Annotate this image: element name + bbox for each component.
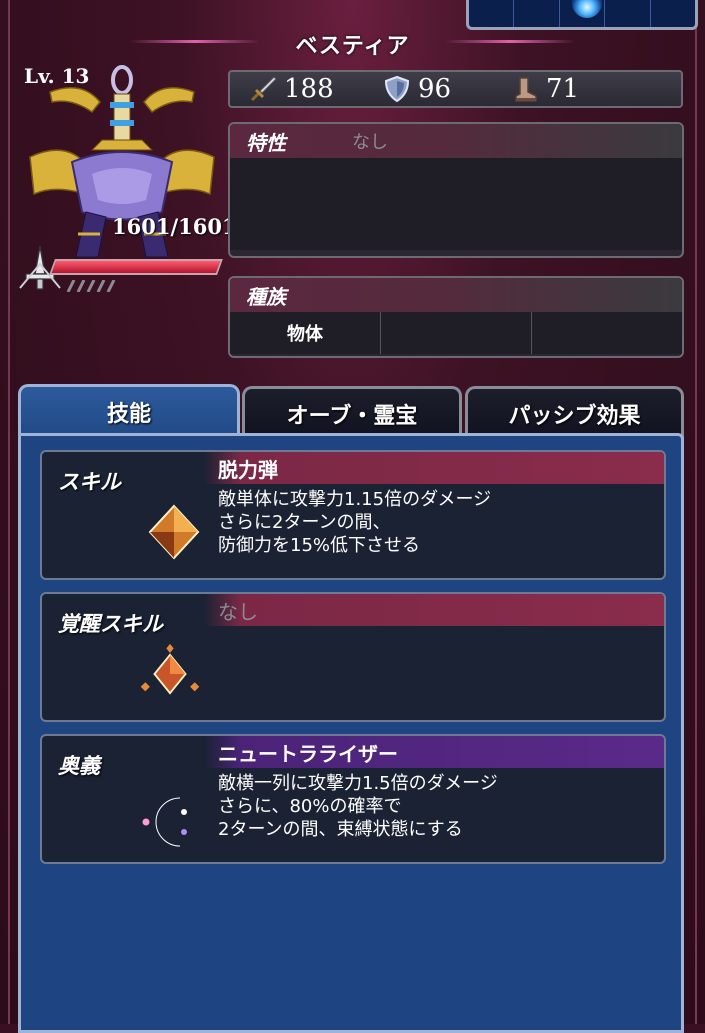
- skill-description-line: 敵単体に攻撃力1.15倍のダメージ: [218, 489, 492, 510]
- hp-bar: [49, 259, 223, 275]
- skill-description: 敵単体に攻撃力1.15倍のダメージ さらに2ターンの間、 防御力を15%低下させ…: [218, 488, 491, 557]
- skill-card[interactable]: 奥義 ニュートラライザー 敵横一列に攻撃力1.5倍のダメージ さらに、80%の確…: [40, 734, 666, 864]
- crescent-moon-icon: [142, 797, 187, 847]
- speed-value: 71: [546, 74, 580, 104]
- skill-description-line: 2ターンの間、束縛状態にする: [218, 819, 463, 840]
- tab-skills[interactable]: 技能: [18, 384, 240, 436]
- mini-map-cell: [514, 0, 560, 27]
- boot-icon: [515, 77, 537, 102]
- stat-bar: 188 96 71: [228, 70, 683, 108]
- skill-name: 脱力弾: [204, 452, 664, 484]
- mini-map-cell: [651, 0, 695, 27]
- tab-orb-treasure[interactable]: オーブ・霊宝: [242, 386, 462, 438]
- attack-value: 188: [284, 74, 334, 104]
- race-cell: [532, 312, 682, 354]
- unit-name-title: ベスティア: [295, 34, 410, 59]
- race-header: 種族: [230, 278, 682, 312]
- race-cell: [381, 312, 532, 354]
- traits-header: 特性 なし: [230, 124, 682, 158]
- traits-panel: 特性 なし: [228, 122, 684, 258]
- skill-card[interactable]: 覚醒スキル なし: [40, 592, 666, 722]
- unit-hp-text: 1601/1601: [112, 214, 237, 239]
- race-cell: 物体: [230, 312, 381, 354]
- skill-description-line: 敵横一列に攻撃力1.5倍のダメージ: [218, 773, 498, 794]
- gauge-stripes: [66, 280, 116, 292]
- stat-defense: 96: [382, 72, 451, 106]
- skill-card[interactable]: スキル 脱力弾 敵単体に攻撃力1.15倍のダメージ さらに2ターンの間、 防御力…: [40, 450, 666, 580]
- stat-speed: 71: [510, 72, 579, 106]
- orange-crystal-icon: [148, 504, 200, 560]
- skill-kind-label: 奥義: [58, 754, 100, 778]
- skill-description: 敵横一列に攻撃力1.5倍のダメージ さらに、80%の確率で 2ターンの間、束縛状…: [218, 772, 498, 841]
- defense-value: 96: [418, 74, 452, 104]
- sword-icon: [250, 76, 277, 102]
- hp-bar-fill: [51, 261, 221, 273]
- unit-level: Lv. 13: [24, 64, 90, 88]
- skill-description-line: さらに、80%の確率で: [218, 796, 402, 817]
- shield-icon: [384, 75, 410, 103]
- skill-description-line: さらに2ターンの間、: [218, 512, 391, 533]
- traits-label: 特性: [246, 130, 286, 155]
- traits-value: なし: [352, 132, 388, 153]
- race-panel: 種族 物体: [228, 276, 684, 358]
- race-row: 物体: [230, 312, 682, 354]
- race-label: 種族: [246, 284, 286, 309]
- skill-name: ニュートラライザー: [204, 736, 664, 768]
- skill-kind-label: 覚醒スキル: [58, 612, 163, 636]
- skill-description-line: 防御力を15%低下させる: [218, 535, 421, 556]
- skill-name: なし: [204, 594, 664, 626]
- skill-kind-label: スキル: [58, 470, 121, 494]
- mini-map-cell: [469, 0, 515, 27]
- stat-attack: 188: [248, 72, 334, 106]
- mini-map-cell: [605, 0, 651, 27]
- tab-passive-effects[interactable]: パッシブ効果: [465, 386, 684, 438]
- crystal-cluster-icon: [140, 643, 200, 695]
- traits-body: [230, 158, 682, 250]
